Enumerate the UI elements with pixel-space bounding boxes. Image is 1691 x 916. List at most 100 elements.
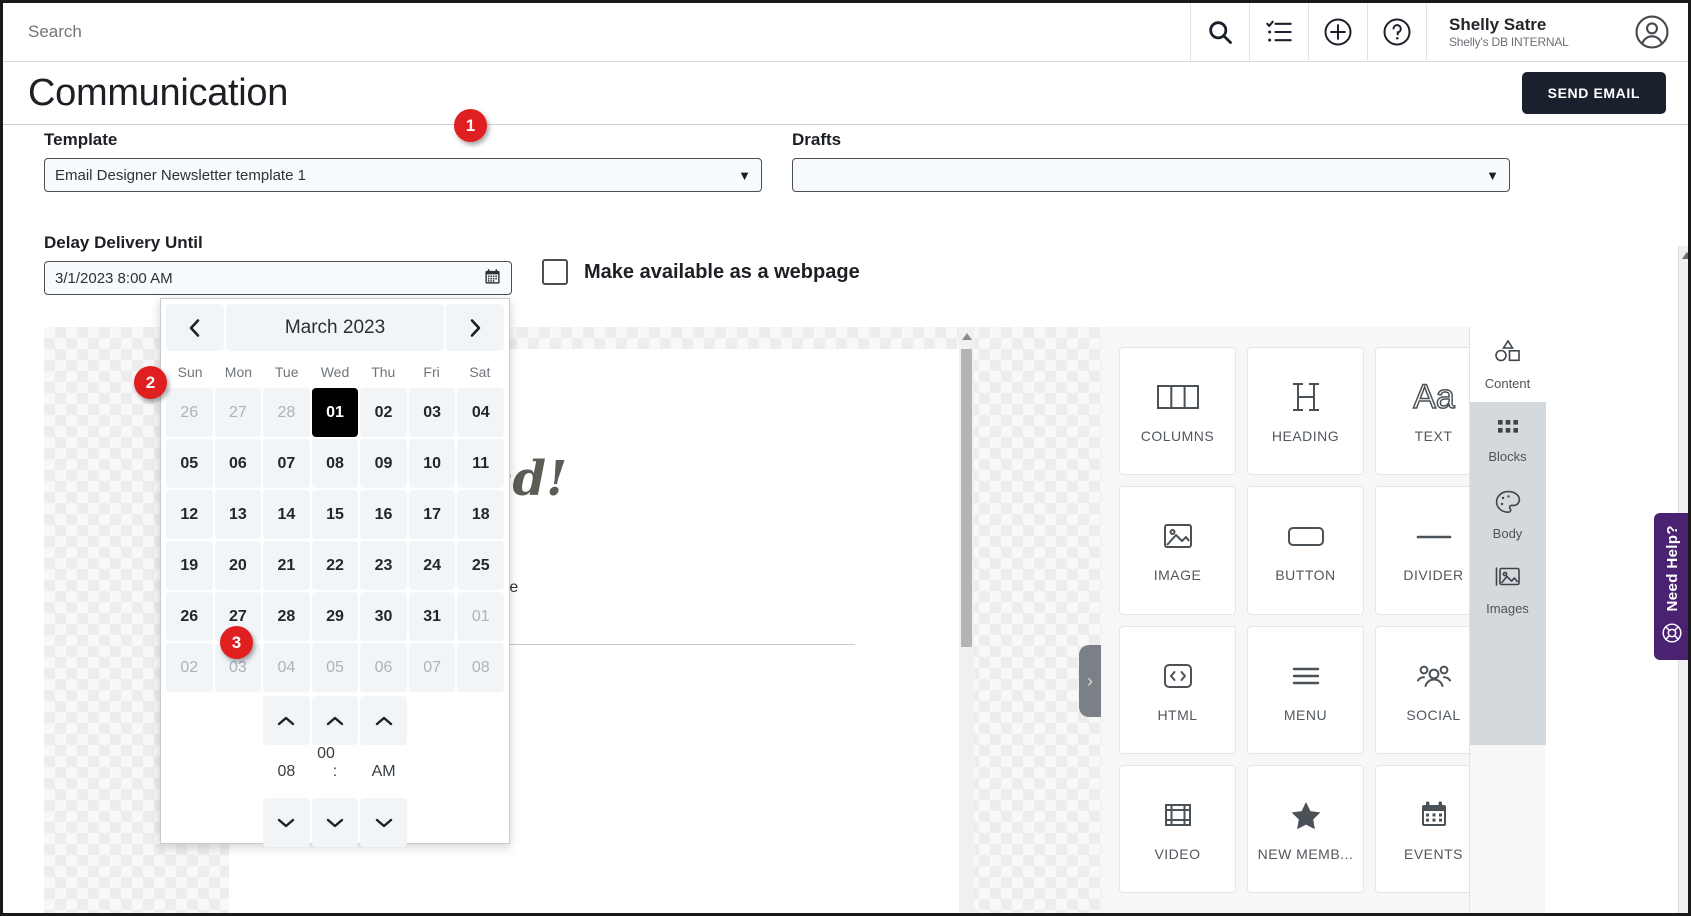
application-window: Shelly Satre Shelly's DB INTERNAL Commun… bbox=[0, 0, 1691, 916]
datepicker-weekday-header: Sun Mon Tue Wed Thu Fri Sat bbox=[161, 356, 509, 388]
rail-item-blocks[interactable]: Blocks bbox=[1470, 402, 1545, 477]
datepicker-day-cell[interactable]: 23 bbox=[360, 541, 407, 590]
delay-delivery-input[interactable]: 3/1/2023 8:00 AM bbox=[44, 261, 512, 295]
delay-delivery-label: Delay Delivery Until bbox=[44, 233, 203, 252]
meridiem-increment-button[interactable] bbox=[360, 696, 407, 745]
datepicker-day-cell[interactable]: 01 bbox=[311, 388, 359, 437]
meridiem-decrement-button[interactable] bbox=[360, 798, 407, 847]
datepicker-day-cell[interactable]: 17 bbox=[408, 490, 456, 539]
canvas-scrollbar-thumb[interactable] bbox=[961, 349, 972, 647]
user-info-block[interactable]: Shelly Satre Shelly's DB INTERNAL bbox=[1426, 3, 1616, 62]
datepicker-day-cell[interactable]: 15 bbox=[311, 490, 359, 539]
hour-increment-button[interactable] bbox=[263, 696, 310, 745]
scroll-up-arrow-icon[interactable] bbox=[1682, 252, 1688, 259]
datepicker-day-cell[interactable]: 06 bbox=[360, 643, 407, 692]
datepicker-day-cell[interactable]: 05 bbox=[166, 439, 213, 488]
datepicker-day-cell[interactable]: 07 bbox=[263, 439, 310, 488]
palette-tile-video[interactable]: VIDEO bbox=[1119, 764, 1236, 893]
datepicker-month-title[interactable]: March 2023 bbox=[226, 304, 444, 351]
datepicker-day-cell[interactable]: 29 bbox=[311, 592, 359, 641]
drafts-field-group: Drafts ▼ bbox=[792, 130, 1510, 192]
datepicker-day-cell[interactable]: 12 bbox=[166, 490, 213, 539]
checklist-icon[interactable] bbox=[1249, 3, 1308, 62]
plus-circle-icon[interactable] bbox=[1308, 3, 1367, 62]
panel-collapse-toggle[interactable]: › bbox=[1079, 645, 1101, 717]
social-icon bbox=[1410, 657, 1458, 695]
datepicker-day-cell[interactable]: 28 bbox=[263, 592, 310, 641]
datepicker-day-cell[interactable]: 24 bbox=[408, 541, 456, 590]
datepicker-day-cell[interactable]: 13 bbox=[214, 490, 262, 539]
datepicker-day-cell[interactable]: 03 bbox=[408, 388, 456, 437]
need-help-tab[interactable]: Need Help? bbox=[1654, 513, 1688, 660]
drafts-select[interactable]: ▼ bbox=[792, 158, 1510, 192]
webpage-checkbox[interactable] bbox=[542, 259, 568, 285]
datepicker-day-cell[interactable]: 25 bbox=[457, 541, 504, 590]
calendar-icon[interactable] bbox=[484, 268, 501, 289]
datepicker-day-cell[interactable]: 18 bbox=[457, 490, 504, 539]
rail-item-body[interactable]: Body bbox=[1470, 477, 1545, 552]
datepicker-day-cell[interactable]: 28 bbox=[263, 388, 310, 437]
datepicker-day-grid: 26 27 28 01 02 03 04 05 06 07 08 09 10 11 12 13 14 15 16 17… bbox=[161, 388, 509, 692]
datepicker-day-cell[interactable]: 27 bbox=[214, 388, 262, 437]
question-circle-icon[interactable] bbox=[1367, 3, 1426, 62]
minute-decrement-button[interactable] bbox=[311, 798, 359, 847]
datepicker-day-cell[interactable]: 26 bbox=[166, 388, 213, 437]
datepicker-day-cell[interactable]: 22 bbox=[311, 541, 359, 590]
rail-item-images[interactable]: Images bbox=[1470, 552, 1545, 627]
datepicker-day-cell[interactable]: 01 bbox=[457, 592, 504, 641]
datepicker-day-cell[interactable]: 02 bbox=[166, 643, 213, 692]
make-available-webpage-checkbox-row[interactable]: Make available as a webpage bbox=[542, 259, 860, 285]
datepicker-day-cell[interactable]: 26 bbox=[166, 592, 213, 641]
meridiem-value: AM bbox=[371, 762, 396, 780]
datepicker-day-cell[interactable]: 14 bbox=[263, 490, 310, 539]
rail-label: Blocks bbox=[1488, 448, 1527, 464]
palette-tile-menu[interactable]: MENU bbox=[1247, 625, 1364, 754]
palette-label: NEW MEMB... bbox=[1257, 845, 1354, 862]
heading-icon bbox=[1283, 378, 1329, 416]
page-header: Communication SEND EMAIL bbox=[3, 62, 1688, 124]
palette-tile-columns[interactable]: COLUMNS bbox=[1119, 347, 1236, 476]
datepicker-day-cell[interactable]: 06 bbox=[214, 439, 262, 488]
datepicker-day-cell[interactable]: 09 bbox=[360, 439, 407, 488]
datepicker-day-cell[interactable]: 07 bbox=[408, 643, 456, 692]
send-email-button[interactable]: SEND EMAIL bbox=[1521, 72, 1666, 114]
next-month-button[interactable] bbox=[446, 304, 504, 351]
canvas-scrollbar[interactable] bbox=[959, 327, 974, 913]
user-name: Shelly Satre bbox=[1449, 14, 1547, 34]
minute-value: 00 bbox=[317, 745, 335, 762]
hour-decrement-button[interactable] bbox=[263, 798, 310, 847]
images-icon bbox=[1493, 564, 1523, 595]
minute-increment-button[interactable] bbox=[311, 696, 359, 745]
webpage-checkbox-label: Make available as a webpage bbox=[584, 260, 860, 283]
rail-item-content[interactable]: Content bbox=[1470, 327, 1545, 402]
weekday-label: Mon bbox=[224, 364, 253, 380]
datepicker-day-cell[interactable]: 08 bbox=[457, 643, 504, 692]
search-icon[interactable] bbox=[1190, 3, 1249, 62]
template-select[interactable]: Email Designer Newsletter template 1 ▼ bbox=[44, 158, 762, 192]
datepicker-day-cell[interactable]: 02 bbox=[360, 388, 407, 437]
palette-tile-html[interactable]: HTML bbox=[1119, 625, 1236, 754]
datepicker-day-cell[interactable]: 08 bbox=[311, 439, 359, 488]
palette-tile-image[interactable]: IMAGE bbox=[1119, 486, 1236, 615]
datepicker-day-cell[interactable]: 19 bbox=[166, 541, 213, 590]
datepicker-day-cell[interactable]: 04 bbox=[457, 388, 504, 437]
datepicker-day-cell[interactable]: 04 bbox=[263, 643, 310, 692]
datepicker-day-cell[interactable]: 21 bbox=[263, 541, 310, 590]
palette-tile-button[interactable]: BUTTON bbox=[1247, 486, 1364, 615]
callout-badge-3: 3 bbox=[220, 626, 253, 659]
prev-month-button[interactable] bbox=[166, 304, 224, 351]
palette-tile-new-member[interactable]: NEW MEMB... bbox=[1247, 764, 1364, 893]
palette-tile-heading[interactable]: HEADING bbox=[1247, 347, 1364, 476]
datepicker-day-cell[interactable]: 10 bbox=[408, 439, 456, 488]
datepicker-day-cell[interactable]: 16 bbox=[360, 490, 407, 539]
datepicker-day-cell[interactable]: 30 bbox=[360, 592, 407, 641]
search-input[interactable] bbox=[28, 22, 358, 42]
user-organization: Shelly's DB INTERNAL bbox=[1449, 35, 1569, 50]
datepicker-day-cell[interactable]: 11 bbox=[457, 439, 504, 488]
avatar[interactable] bbox=[1616, 3, 1688, 62]
datepicker-day-cell[interactable]: 31 bbox=[408, 592, 456, 641]
scroll-up-arrow-icon[interactable] bbox=[962, 333, 972, 340]
datepicker-day-cell[interactable]: 05 bbox=[311, 643, 359, 692]
designer-right-rail: Content Blocks Body Images bbox=[1469, 327, 1546, 913]
datepicker-day-cell[interactable]: 20 bbox=[214, 541, 262, 590]
